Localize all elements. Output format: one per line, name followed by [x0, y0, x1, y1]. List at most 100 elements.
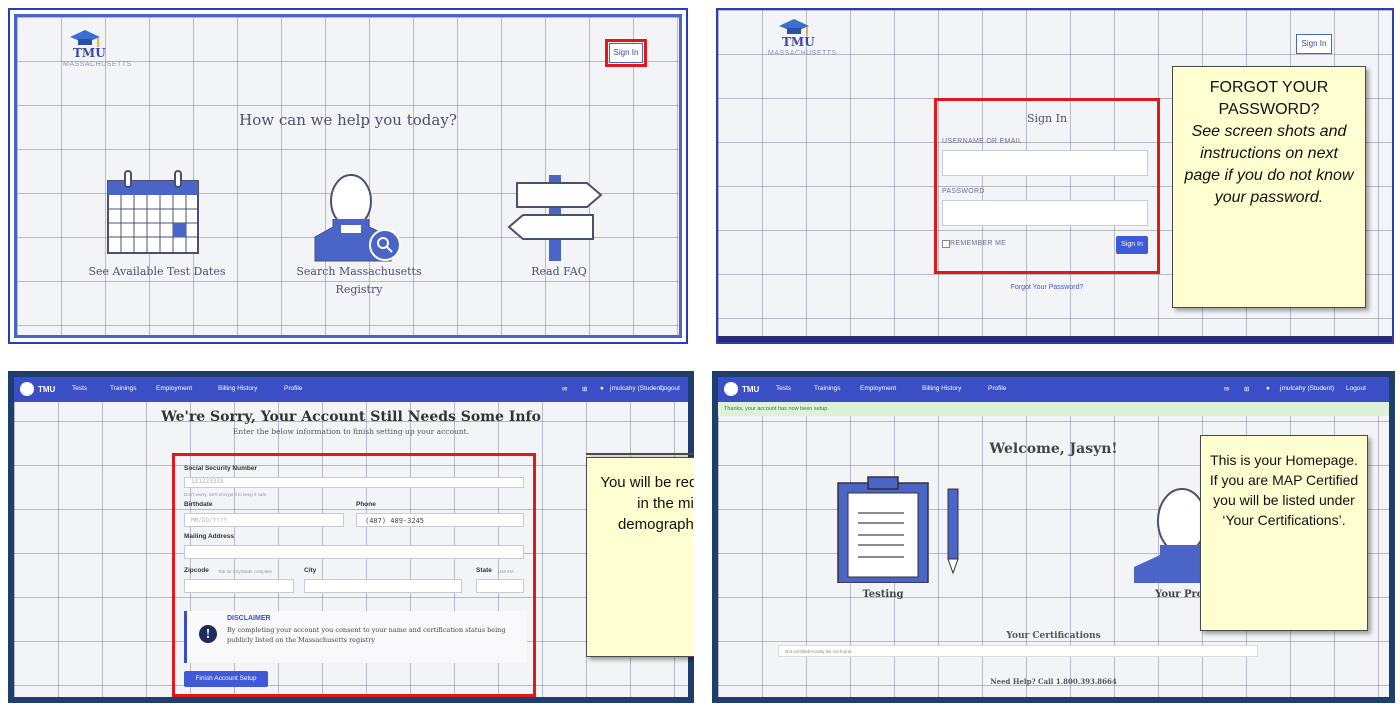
registry-search-label: Search Massachusetts Registry — [279, 263, 439, 299]
mailing-label: Mailing Address — [184, 533, 234, 540]
ssn-hint: Don't worry, we'll encrypt it to keep it… — [184, 492, 268, 497]
alert-icon: ! — [199, 625, 217, 643]
nav-logout[interactable]: Logout — [660, 385, 680, 392]
disclaimer-box: ! DISCLAIMER By completing your account … — [184, 611, 527, 663]
footer-bar — [718, 336, 1392, 342]
password-input[interactable] — [942, 200, 1148, 226]
nav-brand[interactable]: TMU — [38, 385, 55, 394]
nav-tests[interactable]: Tests — [72, 385, 87, 392]
nav-trainings[interactable]: Trainings — [110, 385, 137, 392]
landing-page: TMU MASSACHUSETTS Sign In How can we hel… — [14, 14, 682, 338]
sign-in-button[interactable]: Sign In — [1296, 34, 1332, 54]
zipcode-input[interactable] — [184, 579, 294, 593]
nav-profile[interactable]: Profile — [284, 385, 302, 392]
submit-sign-in-button[interactable]: Sign In — [1116, 236, 1148, 254]
remember-label: REMEMBER ME — [950, 240, 1007, 247]
nav-employment[interactable]: Employment — [156, 385, 192, 392]
username-label: USERNAME OR EMAIL — [942, 138, 1023, 145]
certifications-table: Not certified/Activity list not found — [778, 645, 1258, 657]
cart-icon[interactable]: ⊞ — [582, 385, 587, 393]
cart-icon[interactable]: ⊞ — [1244, 385, 1249, 393]
calendar-icon — [107, 170, 199, 254]
logo-subtitle: MASSACHUSETTS — [768, 50, 837, 57]
status-icon: ● — [1266, 385, 1270, 392]
nav-user[interactable]: jmulcahy (Student) — [1280, 385, 1334, 392]
city-label: City — [304, 567, 317, 574]
spacer — [586, 453, 694, 455]
nav-profile[interactable]: Profile — [988, 385, 1006, 392]
help-question: How can we help you today? — [239, 111, 457, 129]
testing-label: Testing — [862, 589, 904, 600]
homepage-callout-line1: This is your Homepage. — [1210, 452, 1358, 468]
state-label: State — [476, 567, 492, 574]
sign-in-form: Sign In USERNAME OR EMAIL PASSWORD REMEM… — [940, 104, 1154, 268]
clipboard-icon — [837, 476, 959, 583]
mail-icon[interactable]: ✉ — [562, 385, 567, 393]
account-form: Social Security Number 111223333 Don't w… — [180, 459, 530, 691]
user-search-icon — [314, 174, 401, 262]
tmu-logo-icon — [724, 382, 738, 396]
nav-billing-history[interactable]: Billing History — [922, 385, 961, 392]
zipcode-hint: Tab for City/State complete — [218, 569, 273, 574]
form-title: Sign In — [1026, 112, 1068, 125]
tmu-logo-icon — [20, 382, 34, 396]
remember-checkbox[interactable] — [942, 240, 950, 248]
registry-search-tile[interactable]: Search Massachusetts Registry — [279, 169, 439, 309]
ssn-label: Social Security Number — [184, 465, 257, 472]
forgot-password-link[interactable]: Forgot Your Password? — [940, 284, 1154, 291]
sign-in-button[interactable]: Sign In — [609, 43, 643, 63]
nav-tests[interactable]: Tests — [776, 385, 791, 392]
sign-in-panel: TMU MASSACHUSETTS Sign In Sign In USERNA… — [716, 8, 1394, 344]
state-input[interactable] — [476, 579, 524, 593]
faq-label: Read FAQ — [531, 265, 587, 278]
nav-employment[interactable]: Employment — [860, 385, 896, 392]
nav-logout[interactable]: Logout — [1346, 385, 1366, 392]
ssn-input[interactable]: 111223333 — [184, 477, 524, 488]
account-setup-panel: TMU Tests Trainings Employment Billing H… — [8, 371, 694, 703]
disclaimer-text-line2: publicly listed on the Massachusetts reg… — [227, 636, 375, 644]
birthdate-label: Birthdate — [184, 501, 213, 508]
birthdate-input[interactable]: MM/DD/YYYY — [184, 513, 344, 527]
testing-tile[interactable]: Testing — [828, 473, 988, 603]
certifications-heading: Your Certifications — [1006, 631, 1101, 641]
finish-setup-button[interactable]: Finish Account Setup — [184, 671, 268, 687]
disclaimer-text-line1: By completing your account you consent t… — [227, 626, 506, 634]
mail-icon[interactable]: ✉ — [1224, 385, 1229, 393]
disclaimer-title: DISCLAIMER — [227, 615, 271, 622]
top-navbar: TMU Tests Trainings Employment Billing H… — [718, 377, 1389, 402]
city-input[interactable] — [304, 579, 462, 593]
page-subtitle: Enter the below information to finish se… — [232, 427, 470, 436]
username-input[interactable] — [942, 150, 1148, 176]
mailing-input[interactable] — [184, 545, 524, 559]
demographics-callout: You will be required to fill in the miss… — [586, 457, 694, 657]
registry-label-line2: Registry — [335, 283, 383, 296]
nav-trainings[interactable]: Trainings — [814, 385, 841, 392]
callout-text: See screen shots and instructions on nex… — [1184, 123, 1354, 206]
test-dates-tile[interactable]: See Available Test Dates — [77, 169, 237, 309]
logo-text: TMU — [782, 35, 815, 49]
nav-brand[interactable]: TMU — [742, 385, 759, 394]
phone-label: Phone — [356, 501, 376, 508]
homepage-callout-line3: ‘Your Certifications’. — [1222, 512, 1346, 528]
homepage-callout: This is your Homepage. If you are MAP Ce… — [1200, 435, 1368, 631]
success-alert: Thanks, your account has now been setup. — [718, 402, 1389, 416]
nav-user[interactable]: jmulcahy (Student) — [610, 385, 664, 392]
state-hint: Use MA — [498, 569, 515, 574]
phone-input[interactable]: (487) 489-3245 — [356, 513, 524, 527]
password-label: PASSWORD — [942, 188, 985, 195]
homepage-panel: TMU Tests Trainings Employment Billing H… — [712, 371, 1395, 703]
page-title: We're Sorry, Your Account Still Needs So… — [161, 409, 541, 425]
status-icon: ● — [600, 385, 604, 392]
logo-text: TMU — [73, 46, 106, 60]
forgot-password-callout: FORGOT YOUR PASSWORD? See screen shots a… — [1172, 66, 1366, 308]
faq-tile[interactable]: Read FAQ — [479, 169, 639, 309]
zipcode-label: Zipcode — [184, 567, 209, 574]
nav-billing-history[interactable]: Billing History — [218, 385, 257, 392]
logo-subtitle: MASSACHUSETTS — [63, 61, 132, 68]
landing-panel: TMU MASSACHUSETTS Sign In How can we hel… — [8, 8, 688, 344]
callout-heading: FORGOT YOUR PASSWORD? — [1209, 79, 1329, 118]
top-navbar: TMU Tests Trainings Employment Billing H… — [14, 377, 688, 402]
registry-label-line1: Search Massachusetts — [296, 265, 422, 278]
help-text: Need Help? Call 1.800.393.8664 — [990, 677, 1117, 686]
test-dates-label: See Available Test Dates — [88, 265, 226, 278]
